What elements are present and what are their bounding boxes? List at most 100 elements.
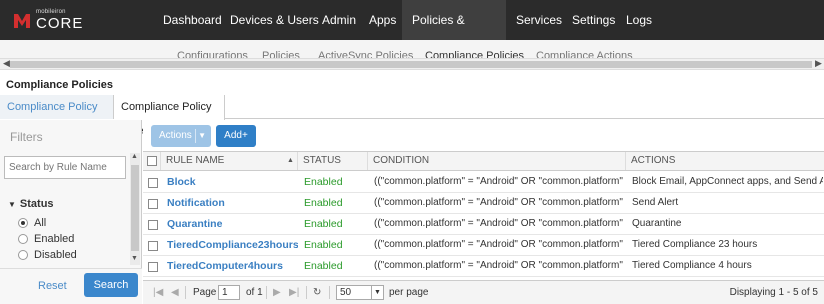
- nav-logs[interactable]: Logs: [626, 0, 652, 40]
- tab-compliance-policy-rule[interactable]: Compliance Policy Rule: [114, 95, 225, 137]
- divider: [195, 129, 196, 143]
- table-row[interactable]: TieredComputer4hours Enabled (("common.p…: [143, 256, 824, 277]
- row-checkbox[interactable]: [148, 199, 158, 209]
- table-row[interactable]: Notification Enabled (("common.platform"…: [143, 193, 824, 214]
- first-page-icon[interactable]: |◀: [153, 287, 163, 298]
- scroll-up-icon[interactable]: ▲: [131, 153, 138, 160]
- logo-core-text: CORE: [36, 15, 84, 32]
- divider: [329, 286, 330, 299]
- horizontal-scrollbar[interactable]: ◀ ▶: [0, 58, 824, 70]
- refresh-icon[interactable]: ↻: [313, 287, 321, 298]
- rule-name-link[interactable]: TieredCompliance23hours: [162, 235, 298, 255]
- radio-icon[interactable]: [18, 250, 28, 260]
- page-title: Compliance Policies: [6, 79, 113, 91]
- condition-cell: (("common.platform" = "Android" OR "comm…: [374, 197, 626, 208]
- column-header-actions[interactable]: ACTIONS: [626, 152, 824, 170]
- column-label: RULE NAME: [166, 155, 225, 166]
- nav-label: Devices & Users: [230, 13, 319, 27]
- status-radio-all[interactable]: All: [18, 216, 118, 230]
- nav-devices-users[interactable]: Devices & Users: [230, 0, 319, 40]
- radio-label: Enabled: [34, 233, 75, 245]
- filters-panel: Filters ▲ ▼ ▼Status All Enabled Disabled…: [0, 120, 142, 304]
- next-page-icon[interactable]: ▶: [273, 287, 281, 298]
- column-header-rule-name[interactable]: RULE NAME ▲: [161, 152, 298, 170]
- reset-button[interactable]: Reset: [38, 280, 67, 292]
- rule-name-link[interactable]: Block: [162, 172, 298, 192]
- page-label: Page: [193, 287, 217, 298]
- radio-icon[interactable]: [18, 234, 28, 244]
- nav-settings[interactable]: Settings: [572, 0, 615, 40]
- row-checkbox[interactable]: [148, 241, 158, 251]
- status-cell: Enabled: [304, 176, 343, 188]
- rule-name-link[interactable]: Quarantine: [162, 214, 298, 234]
- status-filter-heading[interactable]: ▼ Status: [8, 198, 54, 210]
- search-button[interactable]: Search: [84, 273, 138, 297]
- sub-navbar: Configurations Policies ActiveSync Polic…: [0, 40, 824, 62]
- condition-cell: (("common.platform" = "Android" OR "comm…: [374, 218, 626, 229]
- filters-vertical-scrollbar[interactable]: ▲ ▼: [130, 153, 140, 265]
- rule-name-search-input[interactable]: [4, 156, 126, 179]
- column-header-condition[interactable]: CONDITION: [368, 152, 626, 170]
- tab-compliance-policy-group[interactable]: Compliance Policy Group: [0, 95, 114, 137]
- table-row[interactable]: TieredCompliance23hours Enabled (("commo…: [143, 235, 824, 256]
- actions-dropdown-button[interactable]: Actions ▼: [151, 125, 211, 147]
- actions-cell: Quarantine: [632, 218, 682, 229]
- nav-apps[interactable]: Apps: [369, 0, 396, 40]
- radio-selected-icon[interactable]: [18, 218, 28, 228]
- page-size-value: 50: [340, 287, 352, 298]
- select-all-checkbox[interactable]: [147, 156, 157, 166]
- column-header-status[interactable]: STATUS: [298, 152, 368, 170]
- row-checkbox[interactable]: [148, 178, 158, 188]
- nav-policies-configs[interactable]: Policies & Configs: [402, 0, 506, 67]
- chevron-down-icon: ▼: [198, 131, 206, 140]
- prev-page-icon[interactable]: ◀: [171, 287, 179, 298]
- top-navbar: mobileiron CORE Dashboard Devices & User…: [0, 0, 824, 67]
- row-checkbox[interactable]: [148, 262, 158, 272]
- nav-label: Apps: [369, 13, 397, 27]
- scroll-right-icon[interactable]: ▶: [815, 58, 822, 69]
- divider: [306, 286, 307, 299]
- nav-label: Settings: [572, 13, 616, 27]
- grid-toolbar: Actions ▼ Add+: [143, 120, 824, 151]
- mobileiron-logo-icon: [14, 14, 30, 28]
- nav-dashboard[interactable]: Dashboard: [163, 0, 222, 40]
- status-radio-disabled[interactable]: Disabled: [18, 248, 118, 262]
- last-page-icon[interactable]: ▶|: [289, 287, 299, 298]
- sort-ascending-icon: ▲: [287, 157, 294, 164]
- displaying-count: Displaying 1 - 5 of 5: [729, 287, 818, 298]
- logo-wordmark: mobileiron CORE: [36, 9, 83, 31]
- radio-label: All: [34, 217, 47, 229]
- page-count-label: of 1: [246, 287, 263, 298]
- row-checkbox[interactable]: [148, 220, 158, 230]
- chevron-down-icon: ▼: [371, 286, 383, 299]
- table-row[interactable]: Quarantine Enabled (("common.platform" =…: [143, 214, 824, 235]
- nav-services[interactable]: Services: [516, 0, 562, 40]
- status-heading-label: Status: [19, 198, 54, 210]
- nav-label: Logs: [626, 13, 653, 27]
- page-number-input[interactable]: 1: [218, 285, 240, 300]
- table-row[interactable]: Block Enabled (("common.platform" = "And…: [143, 172, 824, 193]
- page-size-select[interactable]: 50 ▼: [336, 285, 384, 300]
- divider: [185, 286, 186, 299]
- scrollbar-thumb[interactable]: [131, 165, 139, 251]
- scrollbar-thumb[interactable]: [10, 61, 812, 68]
- app-logo[interactable]: mobileiron CORE: [14, 8, 83, 32]
- nav-admin[interactable]: Admin: [322, 0, 356, 40]
- rule-name-link[interactable]: TieredComputer4hours: [162, 256, 298, 276]
- pagination-bar: |◀ ◀ Page 1 of 1 ▶ ▶| ↻ 50 ▼ per page Di…: [143, 280, 824, 304]
- scroll-left-icon[interactable]: ◀: [3, 58, 10, 69]
- status-cell: Enabled: [304, 239, 343, 251]
- actions-cell: Send Alert: [632, 197, 679, 208]
- rule-name-link[interactable]: Notification: [162, 193, 298, 213]
- scroll-down-icon[interactable]: ▼: [131, 255, 138, 262]
- condition-cell: (("common.platform" = "Android" OR "comm…: [374, 239, 626, 250]
- condition-cell: (("common.platform" = "Android" OR "comm…: [374, 260, 626, 271]
- condition-cell: (("common.platform" = "Android" OR "comm…: [374, 176, 626, 187]
- radio-label: Disabled: [34, 249, 77, 261]
- rules-grid-panel: Actions ▼ Add+ RULE NAME ▲ STATUS CONDIT…: [143, 120, 824, 304]
- filters-footer: Reset Search: [0, 268, 142, 304]
- divider: [266, 286, 267, 299]
- status-radio-enabled[interactable]: Enabled: [18, 232, 118, 246]
- add-button[interactable]: Add+: [216, 125, 256, 147]
- table-header: RULE NAME ▲ STATUS CONDITION ACTIONS: [143, 151, 824, 171]
